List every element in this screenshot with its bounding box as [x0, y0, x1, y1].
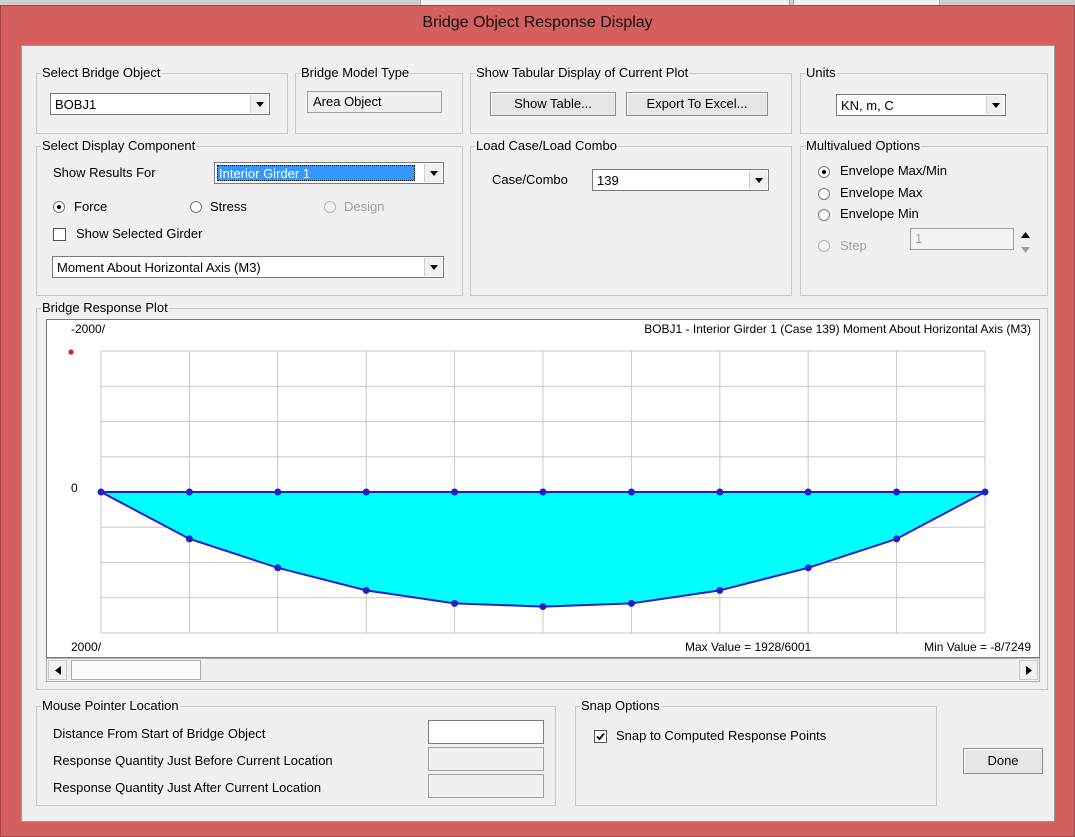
dropdown-value: BOBJ1 — [55, 97, 97, 112]
snap-label: Snap to Computed Response Points — [616, 728, 827, 743]
snap-checkbox[interactable] — [594, 730, 607, 743]
group-legend: Select Bridge Object — [41, 65, 162, 80]
force-radio[interactable] — [53, 201, 65, 213]
group-legend: Multivalued Options — [805, 138, 922, 153]
plot-horizontal-scrollbar[interactable] — [46, 658, 1040, 682]
group-legend: Bridge Response Plot — [41, 300, 169, 315]
show-table-button[interactable]: Show Table... — [490, 92, 616, 116]
response-point — [185, 535, 193, 543]
min-value-label: Min Value = -8/7249 — [924, 640, 1031, 654]
distance-label: Distance From Start of Bridge Object — [53, 726, 266, 741]
baseline-point — [893, 488, 901, 496]
group-legend: Units — [805, 65, 837, 80]
snap-options-group: Snap Options — [575, 698, 937, 806]
model-type-value: Area Object — [313, 94, 382, 109]
group-legend: Show Tabular Display of Current Plot — [475, 65, 690, 80]
response-point — [804, 564, 812, 572]
chevron-down-icon[interactable] — [986, 96, 1004, 114]
response-before-label: Response Quantity Just Before Current Lo… — [53, 753, 333, 768]
response-plot-svg — [68, 349, 989, 634]
response-area — [101, 492, 985, 607]
plot-caption: BOBJ1 - Interior Girder 1 (Case 139) Mom… — [644, 322, 1031, 336]
top-value-label: -2000/ — [71, 322, 106, 336]
done-button[interactable]: Done — [963, 748, 1043, 774]
zero-value-label: 0 — [71, 481, 78, 495]
model-type-field: Area Object — [307, 91, 442, 113]
stress-radio-label: Stress — [210, 199, 247, 214]
export-to-excel-button[interactable]: Export To Excel... — [626, 92, 768, 116]
envelope-max-min-radio[interactable] — [818, 166, 830, 178]
dialog-title: Bridge Object Response Display — [422, 14, 653, 31]
spin-down-icon — [1017, 243, 1034, 257]
dropdown-value: 139 — [597, 173, 619, 188]
baseline-point — [716, 488, 724, 496]
response-before-field — [428, 747, 544, 771]
case-combo-label: Case/Combo — [492, 172, 568, 187]
baseline-point — [362, 488, 370, 496]
dropdown-value: KN, m, C — [841, 98, 894, 113]
baseline-point — [185, 488, 193, 496]
design-radio — [324, 201, 336, 213]
response-point — [981, 488, 989, 496]
origin-marker — [68, 349, 74, 355]
chevron-down-icon[interactable] — [749, 171, 767, 189]
group-legend: Snap Options — [580, 698, 661, 713]
envelope-min-radio[interactable] — [818, 209, 830, 221]
response-point — [627, 599, 635, 607]
baseline-point — [539, 488, 547, 496]
max-value-label: Max Value = 1928/6001 — [685, 640, 812, 654]
response-point — [893, 535, 901, 543]
baseline-point — [627, 488, 635, 496]
envelope-max-min-label: Envelope Max/Min — [840, 163, 947, 178]
baseline-point — [274, 488, 282, 496]
bottom-value-label: 2000/ — [71, 640, 102, 654]
response-point — [539, 603, 547, 611]
stress-radio[interactable] — [190, 201, 202, 213]
chevron-down-icon[interactable] — [424, 258, 442, 276]
response-plot-canvas[interactable]: -2000/ 0 2000/ BOBJ1 - Interior Girder 1… — [46, 319, 1040, 658]
response-point — [716, 586, 724, 594]
bridge-object-dropdown[interactable]: BOBJ1 — [50, 93, 270, 115]
arrow-right-icon[interactable] — [1019, 660, 1038, 680]
show-selected-girder-label: Show Selected Girder — [76, 226, 203, 241]
response-point — [274, 564, 282, 572]
step-value: 1 — [915, 231, 923, 246]
envelope-max-radio[interactable] — [818, 188, 830, 200]
response-point — [362, 586, 370, 594]
group-legend: Mouse Pointer Location — [41, 698, 180, 713]
design-radio-label: Design — [344, 199, 385, 214]
chevron-down-icon[interactable] — [250, 95, 268, 113]
envelope-min-label: Envelope Min — [840, 206, 919, 221]
baseline-point — [804, 488, 812, 496]
group-legend: Load Case/Load Combo — [475, 138, 618, 153]
step-radio — [818, 240, 830, 252]
step-label: Step — [840, 238, 867, 253]
scrollbar-thumb[interactable] — [71, 660, 201, 680]
group-legend: Bridge Model Type — [300, 65, 411, 80]
response-after-label: Response Quantity Just After Current Loc… — [53, 780, 322, 795]
show-selected-girder-checkbox[interactable] — [53, 228, 66, 241]
baseline-point — [451, 488, 459, 496]
distance-field[interactable] — [428, 720, 544, 744]
display-component-dropdown[interactable]: Moment About Horizontal Axis (M3) — [52, 256, 444, 278]
force-radio-label: Force — [74, 199, 108, 214]
arrow-left-icon[interactable] — [48, 660, 67, 680]
response-point — [97, 488, 105, 496]
dropdown-value: Moment About Horizontal Axis (M3) — [57, 260, 261, 275]
envelope-max-label: Envelope Max — [840, 185, 923, 200]
group-legend: Select Display Component — [41, 138, 197, 153]
dropdown-value: Interior Girder 1 — [219, 166, 311, 181]
spin-up-icon[interactable] — [1017, 228, 1034, 242]
step-field: 1 — [910, 228, 1014, 250]
units-dropdown[interactable]: KN, m, C — [836, 94, 1006, 116]
show-results-label: Show Results For — [53, 165, 156, 180]
response-after-field — [428, 774, 544, 798]
checkmark-icon — [596, 732, 605, 741]
chevron-down-icon[interactable] — [424, 164, 442, 182]
response-point — [451, 599, 459, 607]
case-combo-dropdown[interactable]: 139 — [592, 169, 769, 191]
show-results-dropdown[interactable]: Interior Girder 1 — [214, 162, 444, 184]
